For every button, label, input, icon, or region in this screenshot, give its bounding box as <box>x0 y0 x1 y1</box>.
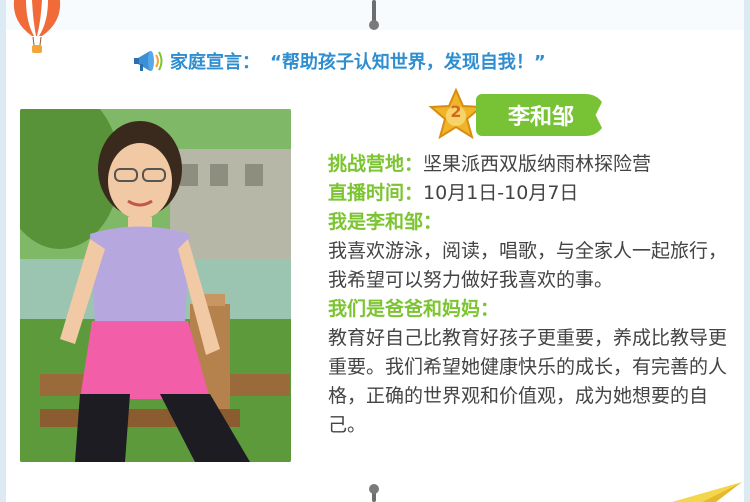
hanging-pin-top <box>369 0 379 30</box>
intro-text: 我喜欢游泳，阅读，唱歌，与全家人一起旅行，我希望可以努力做好我喜欢的事。 <box>328 240 728 291</box>
hot-air-balloon-icon <box>13 0 61 53</box>
live-value: 10月1日-10月7日 <box>423 182 579 204</box>
family-motto: 家庭宣言： “帮助孩子认知世界，发现自我！” <box>132 46 546 76</box>
name-badge: 2 李和邹 <box>428 88 610 140</box>
profile-info: 挑战营地：坚果派西双版纳雨林探险营 直播时间：10月1日-10月7日 我是李和邹… <box>328 150 730 440</box>
paper-plane-icon <box>672 482 742 502</box>
live-row: 直播时间：10月1日-10月7日 <box>328 179 730 208</box>
intro-label: 我是李和邹： <box>328 211 443 233</box>
parents-label: 我们是爸爸和妈妈： <box>328 298 500 320</box>
motto-label: 家庭宣言： <box>170 52 260 73</box>
parents-text: 教育好自己比教育好孩子更重要，养成比教导更重要。我们希望她健康快乐的成长，有完善… <box>328 327 728 436</box>
megaphone-icon <box>134 51 163 71</box>
live-label: 直播时间： <box>328 182 424 204</box>
camp-label: 挑战营地： <box>328 153 424 175</box>
camp-value: 坚果派西双版纳雨林探险营 <box>423 153 652 175</box>
motto-text: “帮助孩子认知世界，发现自我！” <box>270 52 546 73</box>
rank-number: 2 <box>450 102 462 121</box>
hanging-pin-bottom <box>369 484 379 502</box>
camp-row: 挑战营地：坚果派西双版纳雨林探险营 <box>328 150 730 179</box>
child-name: 李和邹 <box>476 94 606 136</box>
child-photo <box>20 109 291 462</box>
